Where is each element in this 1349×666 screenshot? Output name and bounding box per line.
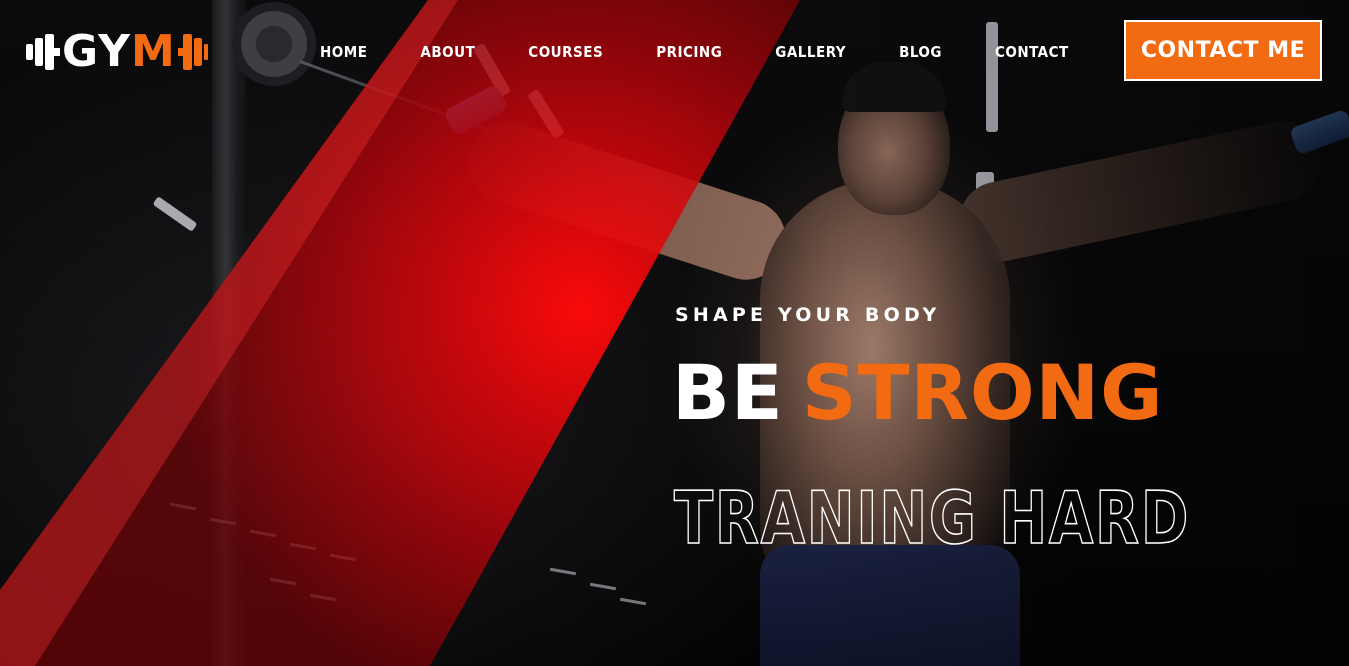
hero-tagline: SHAPE YOUR BODY	[675, 304, 941, 326]
hero-outline-title: TRANING HARD	[673, 475, 1190, 555]
dumbbell-plate-icon	[177, 32, 208, 72]
nav-item-pricing[interactable]: PRICING	[656, 43, 722, 61]
nav-item-contact[interactable]: CONTACT	[995, 43, 1069, 61]
headline-accent-word: STRONG	[801, 348, 1164, 437]
hero-section: GYM HOME ABOUT COURSES PRICING GALLERY B…	[0, 0, 1349, 666]
floor-light	[589, 582, 617, 591]
main-nav: HOME ABOUT COURSES PRICING GALLERY BLOG …	[320, 40, 1122, 64]
floor-light	[249, 529, 277, 538]
hero-headline: BE STRONG	[672, 348, 1164, 438]
athlete-arm-right	[951, 113, 1331, 270]
athlete-arm-left	[457, 111, 797, 291]
dumbbell-plate-icon	[26, 32, 60, 72]
site-header: GYM HOME ABOUT COURSES PRICING GALLERY B…	[0, 0, 1349, 104]
floor-light	[169, 502, 197, 511]
nav-item-gallery[interactable]: GALLERY	[775, 43, 846, 61]
logo-text: GYM	[62, 30, 176, 74]
floor-light	[619, 597, 647, 606]
headline-white-word: BE	[672, 348, 784, 437]
nav-item-home[interactable]: HOME	[320, 43, 367, 61]
floor-light	[289, 542, 317, 551]
floor-light	[269, 577, 297, 586]
athlete-shorts	[760, 545, 1020, 666]
floor-light	[309, 593, 337, 602]
nav-item-courses[interactable]: COURSES	[528, 43, 603, 61]
floor-light	[549, 567, 577, 576]
nav-item-blog[interactable]: BLOG	[899, 43, 942, 61]
logo-accent: M	[131, 26, 176, 77]
site-logo[interactable]: GYM	[26, 30, 208, 74]
nav-item-about[interactable]: ABOUT	[420, 43, 475, 61]
outline-title-text: TRANING HARD	[674, 476, 1190, 555]
logo-prefix: GY	[62, 26, 132, 77]
ceiling-light	[152, 196, 198, 232]
contact-me-button[interactable]: CONTACT ME	[1124, 20, 1322, 81]
floor-light	[329, 553, 357, 562]
